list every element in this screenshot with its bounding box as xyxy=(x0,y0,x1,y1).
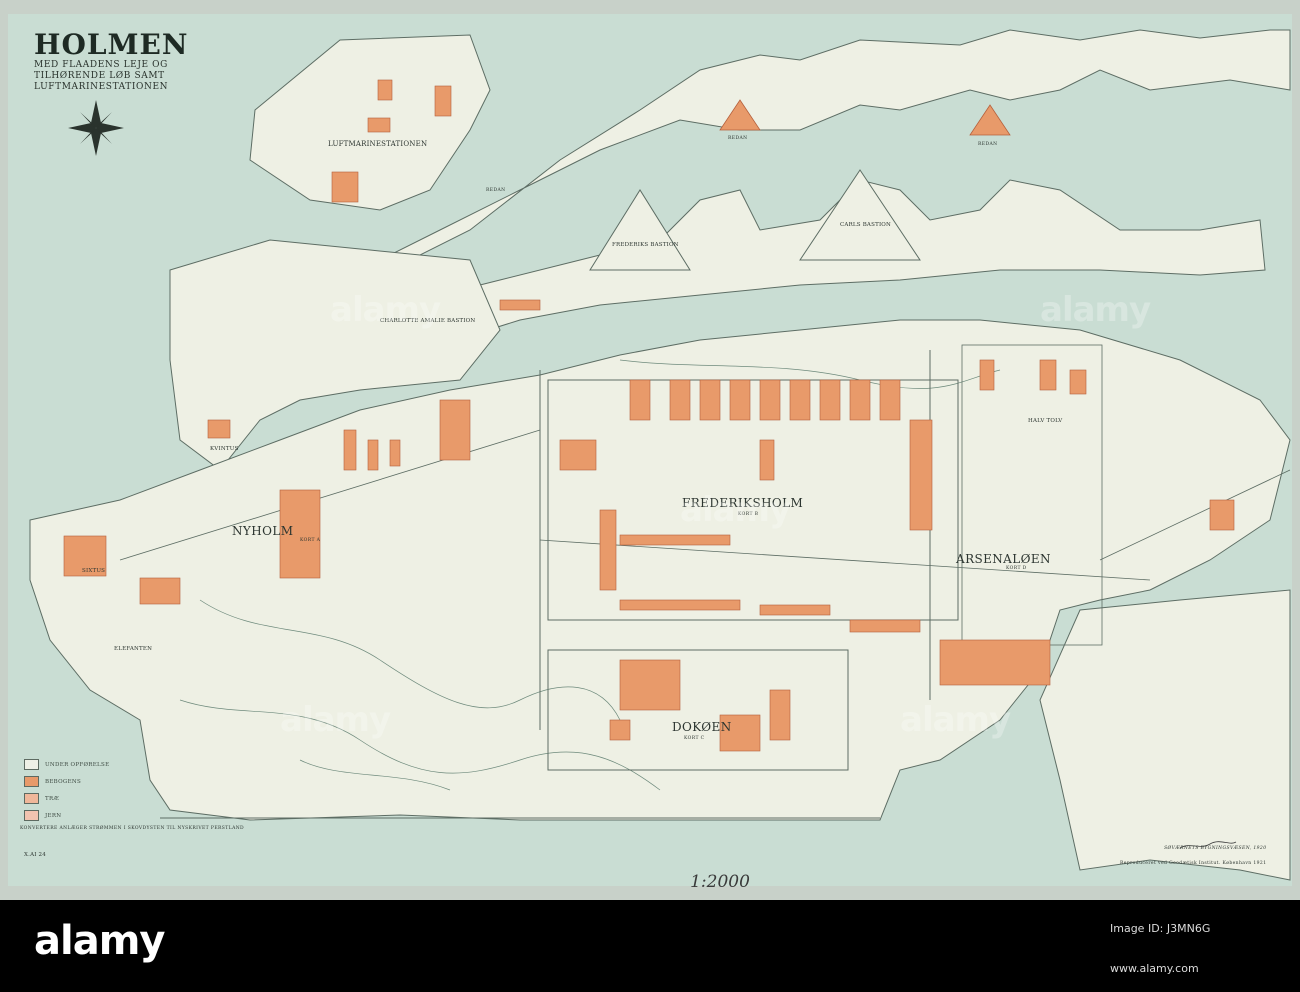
imprint: SØVÆRNETS BYGNINGSVÆSEN, 1920 Reproducer… xyxy=(1120,846,1266,866)
building xyxy=(559,439,597,471)
legend-label: JERN xyxy=(45,812,62,819)
building xyxy=(669,379,691,421)
image-id-label: Image ID: J3MN6G xyxy=(1110,922,1211,935)
sheet-id: X.AI 24 xyxy=(24,852,46,858)
building xyxy=(759,439,775,481)
legend-item: JERN xyxy=(24,807,109,824)
building xyxy=(879,379,901,421)
building xyxy=(599,509,617,591)
watermark-text: alamy xyxy=(280,700,391,740)
imprint-line-1: SØVÆRNETS BYGNINGSVÆSEN, 1920 xyxy=(1164,846,1267,851)
building xyxy=(699,379,721,421)
label-elefanten: ELEFANTEN xyxy=(114,646,153,652)
building xyxy=(729,379,751,421)
label-kort-d: KORT D xyxy=(1006,566,1027,571)
alamy-url: www.alamy.com xyxy=(1110,962,1199,975)
map-drawing xyxy=(0,0,1300,900)
label-redan-1: REDAN xyxy=(486,188,506,193)
legend-item: UNDER OPFØRELSE xyxy=(24,756,109,773)
label-frederiks-bastion: FREDERIKS BASTION xyxy=(612,242,679,248)
image-id-block: Image ID: J3MN6G xyxy=(1110,922,1210,935)
building xyxy=(849,619,921,633)
building xyxy=(759,604,831,616)
label-nyholm: NYHOLM xyxy=(232,524,294,538)
map-title: HOLMEN xyxy=(34,28,189,61)
handwritten-scale: 1:2000 xyxy=(690,872,750,892)
building xyxy=(1039,359,1057,391)
building xyxy=(343,429,357,471)
legend-item: BEBOGENS xyxy=(24,773,109,790)
map-image: HOLMEN MED FLAADENS LEJE OG TILHØRENDE L… xyxy=(0,0,1300,992)
watermark-footer xyxy=(0,900,1300,992)
building xyxy=(331,171,359,203)
building xyxy=(849,379,871,421)
map-legend: UNDER OPFØRELSE BEBOGENS TRÆ JERN xyxy=(24,756,109,824)
watermark-text: alamy xyxy=(680,490,791,530)
alamy-logo: alamy xyxy=(34,918,165,964)
bottom-note: KONVERTERE ANLÆGER STRØMMEN I SKOVDYSTEN… xyxy=(20,826,245,831)
building xyxy=(819,379,841,421)
building xyxy=(909,419,933,531)
watermark-text: alamy xyxy=(330,290,441,330)
building xyxy=(139,577,181,605)
label-arsenaloen: ARSENALØEN xyxy=(956,552,1051,566)
label-dokoen: DOKØEN xyxy=(672,720,732,734)
label-redan-3: REDAN xyxy=(978,142,998,147)
watermark-text: alamy xyxy=(900,700,1011,740)
building xyxy=(939,639,1051,686)
building xyxy=(629,379,651,421)
map-subtitle-line-3: LUFTMARINESTATIONEN xyxy=(34,82,169,92)
building xyxy=(439,399,471,461)
imprint-line-2: Reproduceret ved Geodætisk Institut. Køb… xyxy=(1120,861,1267,866)
map-sheet: HOLMEN MED FLAADENS LEJE OG TILHØRENDE L… xyxy=(0,0,1300,900)
title-block: HOLMEN MED FLAADENS LEJE OG TILHØRENDE L… xyxy=(34,28,189,93)
building xyxy=(609,719,631,741)
building xyxy=(389,439,401,467)
map-subtitle-line-2: TILHØRENDE LØB SAMT xyxy=(34,71,165,81)
building xyxy=(367,439,379,471)
legend-label: BEBOGENS xyxy=(45,778,82,785)
label-luftmarinestationen: LUFTMARINESTATIONEN xyxy=(328,140,428,148)
legend-swatch xyxy=(24,810,39,821)
legend-label: UNDER OPFØRELSE xyxy=(45,761,110,768)
label-redan-2: REDAN xyxy=(728,136,748,141)
building xyxy=(1069,369,1087,395)
building xyxy=(789,379,811,421)
watermark-text: alamy xyxy=(1040,290,1151,330)
building xyxy=(619,534,731,546)
building xyxy=(619,599,741,611)
label-kort-a: KORT A xyxy=(300,538,321,543)
building xyxy=(377,79,393,101)
building xyxy=(1209,499,1235,531)
label-kvintus: KVINTUS xyxy=(210,446,239,452)
building xyxy=(499,299,541,311)
legend-label: TRÆ xyxy=(45,795,60,802)
label-halv-tolv: HALV TOLV xyxy=(1028,418,1063,424)
label-sixtus: SIXTUS xyxy=(82,568,106,574)
label-kort-c: KORT C xyxy=(684,736,705,741)
building xyxy=(367,117,391,133)
legend-swatch xyxy=(24,793,39,804)
legend-swatch xyxy=(24,776,39,787)
building xyxy=(769,689,791,741)
label-carls-bastion: CARLS BASTION xyxy=(840,222,892,228)
building xyxy=(979,359,995,391)
harbour-land-right xyxy=(1039,589,1291,881)
legend-item: TRÆ xyxy=(24,790,109,807)
building xyxy=(619,659,681,711)
legend-swatch xyxy=(24,759,39,770)
building xyxy=(434,85,452,117)
map-subtitle-line-1: MED FLAADENS LEJE OG xyxy=(34,60,168,70)
building xyxy=(207,419,231,439)
building xyxy=(759,379,781,421)
